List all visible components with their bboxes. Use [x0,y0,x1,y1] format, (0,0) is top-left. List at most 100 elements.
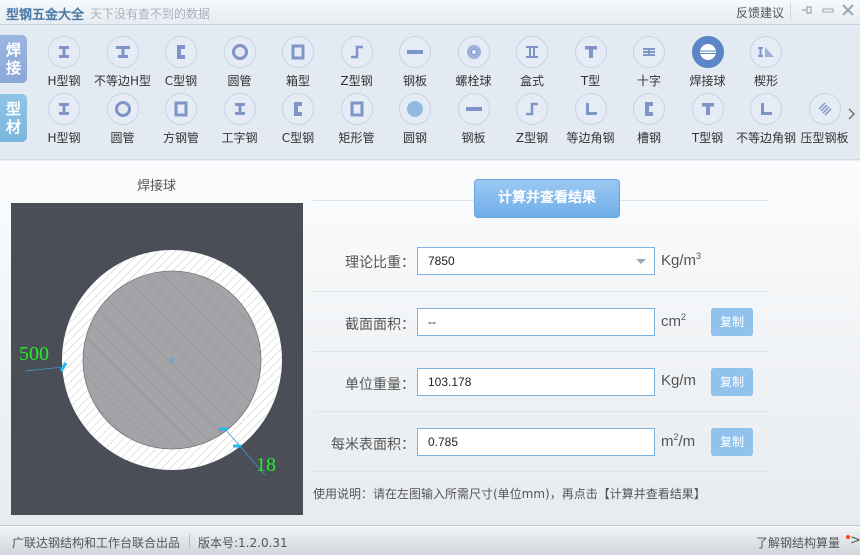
density-label: 理论比重： [345,255,415,271]
tool-label: 方钢管 [162,131,199,145]
learn-more-link[interactable]: 了解钢结构算量 [756,534,840,551]
minimize-button[interactable] [820,3,836,21]
surface-label: 每米表面积： [331,437,415,453]
app-slogan: 天下没有查不到的数据 [90,7,211,21]
tool-i-beam[interactable]: 工字钢 [210,93,270,149]
density-value: 7850 [428,254,455,268]
tool-label: T型钢 [691,131,724,145]
chevron-right-icon [848,108,855,120]
tool-equal-angle[interactable]: 等边角钢 [561,93,621,149]
tool-label: 钢板 [402,74,427,88]
tool-label: 螺栓球 [455,74,492,88]
tool-label: 工字钢 [221,131,258,145]
tool-round-bar[interactable]: 圆钢 [385,93,445,149]
tool-label: 圆管 [110,131,135,145]
tool-square-tube[interactable]: 方钢管 [151,93,211,149]
equal-angle-icon [574,93,607,125]
density-unit: Kg/m3 [661,251,702,269]
tool-welded-ball[interactable]: 焊接球 [678,36,738,92]
pin-button[interactable] [800,3,816,21]
tool-h-beam[interactable]: H型钢 [34,36,94,92]
shape-drawing-canvas[interactable]: 500 18 [11,203,303,515]
calculate-button[interactable]: 计算并查看结果 [474,179,620,218]
tool-channel[interactable]: 槽钢 [619,93,679,149]
tool-label: 十字 [636,74,661,88]
profiled-sheet-icon [808,93,841,125]
status-divider [189,534,190,548]
rect-tube-icon [340,93,373,125]
shape-toolbar: 焊接 型材 H型钢 不等边H型 C型钢 圆管 箱型 Z型钢 钢板 螺栓球 盒式 T型 十字 焊接球 楔形… [0,26,860,160]
category-tab-profile[interactable]: 型材 [0,94,27,142]
close-button[interactable] [840,3,856,21]
tool-label: 压型钢板 [800,131,849,145]
square-tube-icon [165,93,197,125]
tool-c-channel[interactable]: C型钢 [151,36,211,92]
tool-box-section[interactable]: 箱型 [268,36,328,92]
bolt-ball-icon [457,36,490,68]
version-text: 版本号:1.2.0.31 [198,536,288,550]
tool-box-type[interactable]: 盒式 [502,36,562,92]
tool-label: 钢板 [461,131,486,145]
tool-bolt-ball[interactable]: 螺栓球 [444,36,504,92]
t-section-icon [691,93,724,125]
tool-label: H型钢 [47,131,81,145]
area-field[interactable]: -- [417,308,655,336]
diameter-input[interactable]: 500 [19,343,49,366]
tool-round-tube[interactable]: 圆管 [210,36,270,92]
tool-steel-plate[interactable]: 钢板 [444,93,504,149]
titlebar-divider [790,3,791,21]
weight-field[interactable]: 103.178 [417,368,655,396]
thickness-input[interactable]: 18 [256,454,276,477]
copy-weight-button[interactable]: 复制 [711,368,753,396]
tool-label: 等边角钢 [566,131,615,145]
tool-round-tube[interactable]: 圆管 [93,93,153,149]
figure-title: 焊接球 [136,179,176,194]
unequal-h-beam-icon [106,36,139,68]
box-type-icon [516,36,548,68]
tool-label: 盒式 [519,74,544,88]
tool-label: Z型钢 [340,74,373,88]
tool-label: 不等边H型 [93,74,152,88]
tool-t-section[interactable]: T型 [561,36,621,92]
tool-rect-tube[interactable]: 矩形管 [327,93,387,149]
tool-wedge[interactable]: 楔形 [736,36,796,92]
tool-label: C型钢 [281,131,315,145]
tool-label: 焊接球 [689,74,726,88]
tool-z-section[interactable]: Z型钢 [502,93,562,149]
i-beam-icon [223,93,256,125]
tool-unequal-h-beam[interactable]: 不等边H型 [93,36,153,92]
copy-surface-button[interactable]: 复制 [711,428,753,456]
chevron-right-icon[interactable]: > [850,533,860,548]
surface-field[interactable]: 0.785 [417,428,655,456]
main-panel: 焊接球 500 18 计算并查看结果 理论比重： 7850 Kg/m3 截面面积… [0,161,860,525]
tool-c-channel[interactable]: C型钢 [268,93,328,149]
tool-profiled-sheet[interactable]: 压型钢板 [795,93,855,149]
round-tube-icon [223,36,256,68]
density-select[interactable]: 7850 [417,247,655,275]
unequal-angle-icon [750,93,782,125]
tool-unequal-angle[interactable]: 不等边角钢 [736,93,796,149]
tool-z-section[interactable]: Z型钢 [327,36,387,92]
category-tab-weld[interactable]: 焊接 [0,35,27,83]
cross-section-icon [633,36,665,68]
c-channel-icon [165,36,197,68]
tool-steel-plate[interactable]: 钢板 [385,36,445,92]
tool-t-section[interactable]: T型钢 [678,93,738,149]
scroll-right-button[interactable] [848,108,856,124]
row-divider [313,471,768,472]
copy-area-button[interactable]: 复制 [711,308,753,336]
z-section-icon [516,93,548,125]
area-unit: cm2 [661,312,687,330]
wedge-icon [750,36,782,68]
feedback-link[interactable]: 反馈建议 [736,4,784,21]
welded-ball-icon [691,36,724,68]
tool-label: C型钢 [164,74,198,88]
weight-label: 单位重量： [345,377,415,393]
box-section-icon [282,36,314,68]
diameter-leader [24,366,65,372]
title-bar: 型钢五金大全 天下没有查不到的数据 反馈建议 [0,0,860,25]
tool-cross-section[interactable]: 十字 [619,36,679,92]
tool-h-beam[interactable]: H型钢 [34,93,94,149]
area-label: 截面面积： [345,317,415,333]
t-section-icon [574,36,607,68]
